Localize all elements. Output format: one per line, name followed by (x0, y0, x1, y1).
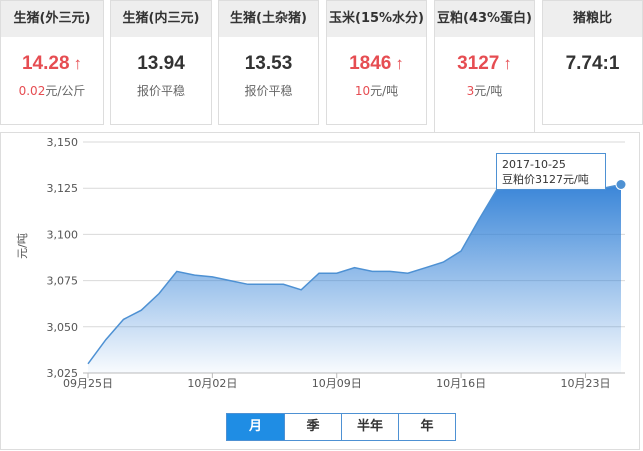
period-tabs: 月 季 半年 年 (226, 413, 456, 441)
tab-month[interactable]: 月 (227, 414, 284, 440)
chart-tooltip: 2017-10-25 豆粕价3127元/吨 (496, 153, 606, 190)
y-tick-label: 3,100 (47, 228, 79, 241)
y-tick-label: 3,150 (47, 136, 79, 149)
x-axis: 09月25日 10月02日 10月09日 10月16日 10月23日 (63, 372, 625, 390)
y-axis: 3,0253,0503,0753,1003,1253,150 (47, 136, 79, 380)
x-tick-label: 10月02日 (187, 377, 237, 390)
y-axis-label: 元/吨 (16, 233, 29, 259)
series-area (88, 184, 621, 373)
highlight-point (615, 179, 627, 191)
y-tick-label: 3,125 (47, 182, 79, 195)
x-tick-label: 10月23日 (560, 377, 610, 390)
tooltip-value: 豆粕价3127元/吨 (502, 173, 589, 186)
tab-quarter[interactable]: 季 (284, 414, 341, 440)
x-tick-label: 10月16日 (436, 377, 486, 390)
x-tick-label: 09月25日 (63, 377, 113, 390)
x-tick-label: 10月09日 (312, 377, 362, 390)
y-tick-label: 3,050 (47, 321, 79, 334)
tab-half-year[interactable]: 半年 (341, 414, 398, 440)
tab-year[interactable]: 年 (398, 414, 455, 440)
series-soybean-meal (87, 179, 627, 373)
price-area-chart: 3,0253,0503,0753,1003,1253,150 09月25日 10月… (16, 136, 627, 390)
tooltip-date: 2017-10-25 (502, 158, 566, 171)
y-tick-label: 3,075 (47, 275, 79, 288)
